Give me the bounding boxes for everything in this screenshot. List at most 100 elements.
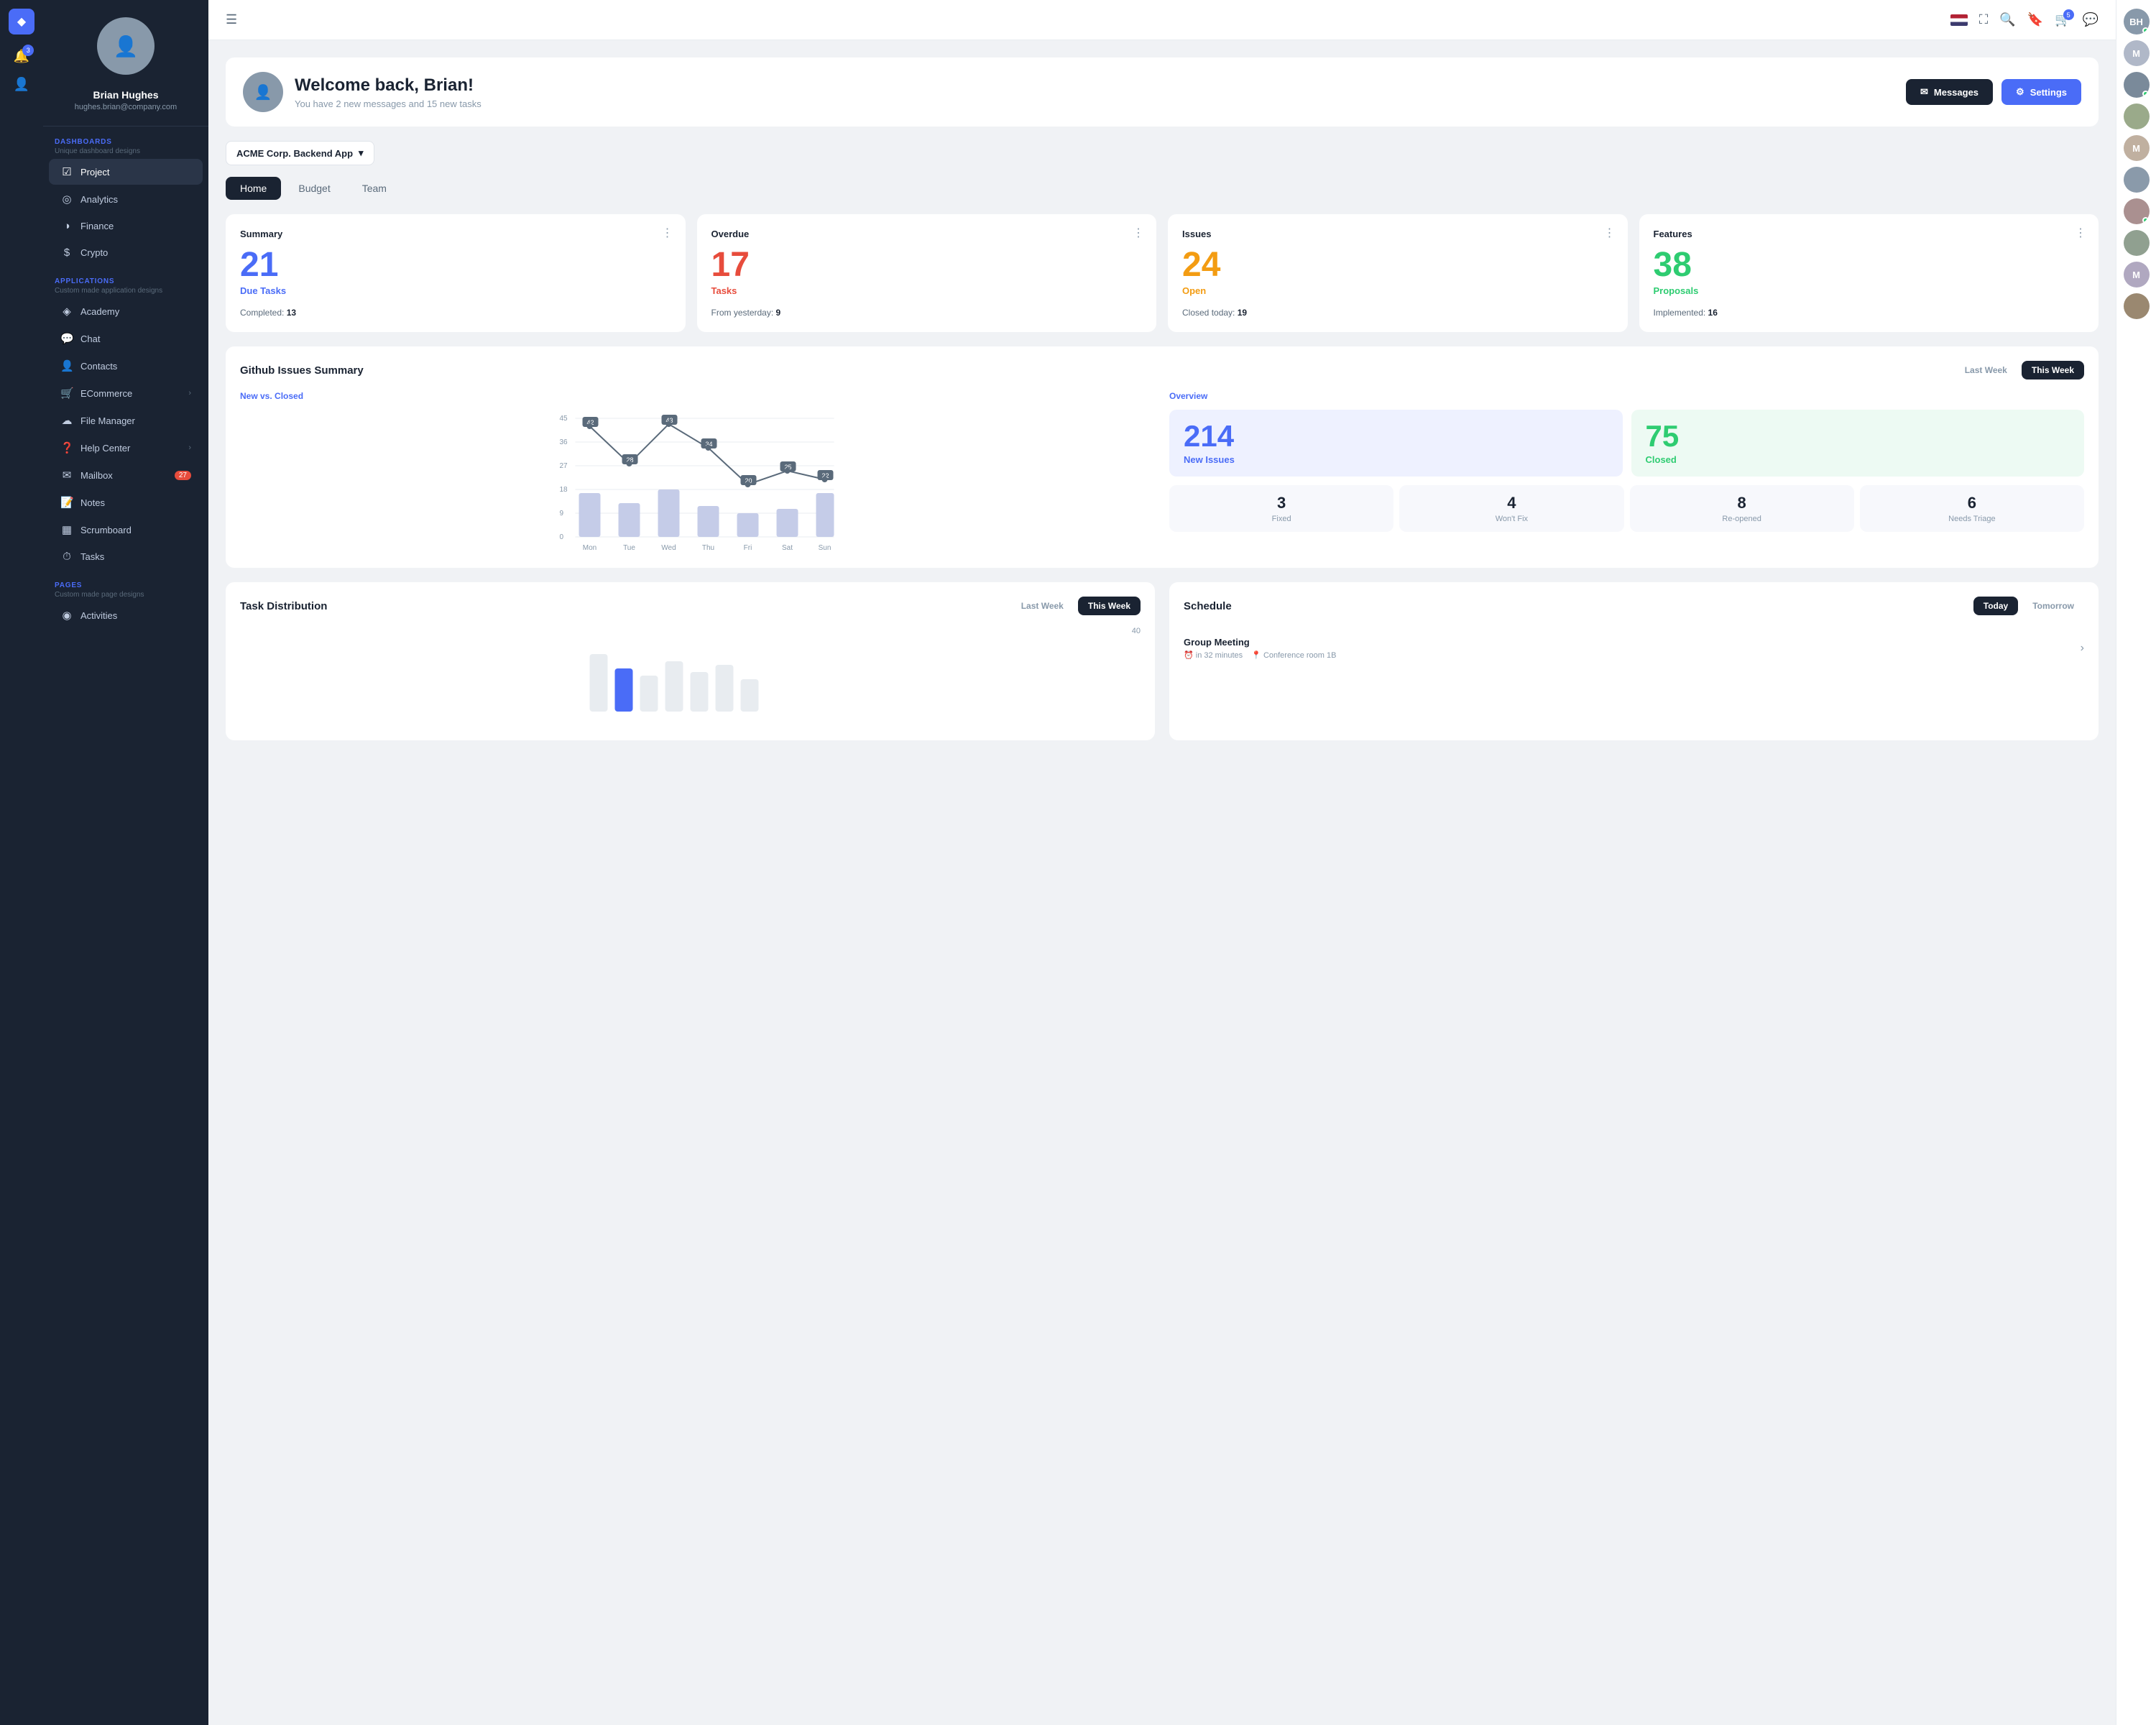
right-bar: BH M M M <box>2116 0 2156 1725</box>
right-avatar-8[interactable] <box>2124 230 2150 256</box>
sidebar-item-scrumboard[interactable]: ▦ Scrumboard <box>49 517 203 543</box>
task-dist-last-week-btn[interactable]: Last Week <box>1011 597 1074 615</box>
tasks-icon: ⏱ <box>60 551 73 563</box>
sidebar-item-label-academy: Academy <box>80 306 119 317</box>
right-avatar-4[interactable] <box>2124 104 2150 129</box>
right-avatar-10[interactable] <box>2124 293 2150 319</box>
sidebar-item-analytics[interactable]: ◎ Analytics <box>49 186 203 212</box>
right-avatar-6[interactable] <box>2124 167 2150 193</box>
cart-badge: 5 <box>2063 9 2074 20</box>
sidebar-item-tasks[interactable]: ⏱ Tasks <box>49 544 203 569</box>
svg-text:Sat: Sat <box>782 544 793 552</box>
messages-icon[interactable]: 💬 <box>2083 12 2099 27</box>
summary-card-menu[interactable]: ⋮ <box>662 226 674 240</box>
mini-card-fixed: 3 Fixed <box>1169 485 1393 532</box>
topbar-right: ⛶ 🔍 🔖 🛒 5 💬 <box>1950 12 2099 27</box>
tab-home[interactable]: Home <box>226 177 281 200</box>
schedule-today-btn[interactable]: Today <box>1973 597 2018 615</box>
user-icon-button[interactable]: 👤 <box>9 73 34 96</box>
svg-text:18: 18 <box>560 486 568 494</box>
sidebar-user-name: Brian Hughes <box>93 89 158 101</box>
search-icon[interactable]: 🔍 <box>1999 12 2015 27</box>
sidebar-item-academy[interactable]: ◈ Academy <box>49 298 203 324</box>
stat-card-overdue: ⋮ Overdue 17 Tasks From yesterday: 9 <box>697 214 1157 332</box>
ecommerce-icon: 🛒 <box>60 387 73 400</box>
app-logo[interactable]: ◆ <box>9 9 34 34</box>
sidebar-item-notes[interactable]: 📝 Notes <box>49 489 203 515</box>
svg-text:27: 27 <box>560 462 568 470</box>
welcome-subtitle: You have 2 new messages and 15 new tasks <box>295 98 482 109</box>
notifications-button[interactable]: 🔔 3 <box>9 45 34 68</box>
mini-card-triage: 6 Needs Triage <box>1860 485 2084 532</box>
schedule-tomorrow-btn[interactable]: Tomorrow <box>2022 597 2084 615</box>
schedule-title: Schedule <box>1184 600 1232 612</box>
chart-container: New vs. Closed 45 36 27 18 9 0 <box>240 391 1155 553</box>
summary-sub: Completed: 13 <box>240 308 671 318</box>
summary-number: 21 <box>240 248 671 282</box>
overdue-card-menu[interactable]: ⋮ <box>1133 226 1145 240</box>
tab-team[interactable]: Team <box>348 177 401 200</box>
sidebar-item-ecommerce[interactable]: 🛒 ECommerce › <box>49 380 203 406</box>
sidebar-item-label-crypto: Crypto <box>80 247 108 258</box>
chat-icon: 💬 <box>60 332 73 345</box>
welcome-text: Welcome back, Brian! You have 2 new mess… <box>295 75 482 109</box>
sidebar-item-crypto[interactable]: $ Crypto <box>49 240 203 265</box>
sidebar-item-finance[interactable]: ◑ Finance <box>49 213 203 239</box>
sidebar-item-helpcenter[interactable]: ❓ Help Center › <box>49 435 203 461</box>
online-indicator-7 <box>2142 217 2149 224</box>
github-issues-section: Github Issues Summary Last Week This Wee… <box>226 346 2099 568</box>
right-avatar-9[interactable]: M <box>2124 262 2150 288</box>
svg-text:Fri: Fri <box>744 544 752 552</box>
sidebar-item-mailbox[interactable]: ✉ Mailbox 27 <box>49 462 203 488</box>
mailbox-icon: ✉ <box>60 469 73 482</box>
settings-gear-icon: ⚙ <box>2016 86 2024 98</box>
overview-bottom: 3 Fixed 4 Won't Fix 8 Re-opened 6 <box>1169 485 2084 532</box>
reopened-label: Re-opened <box>1637 515 1847 523</box>
overdue-sub: From yesterday: 9 <box>711 308 1143 318</box>
schedule-location: 📍 Conference room 1B <box>1251 650 1336 660</box>
welcome-buttons: ✉ Messages ⚙ Settings <box>1906 79 2081 105</box>
right-avatar-7[interactable] <box>2124 198 2150 224</box>
schedule-item-group-meeting: Group Meeting ⏰ in 32 minutes 📍 Conferen… <box>1184 627 2084 670</box>
fullscreen-icon[interactable]: ⛶ <box>1979 12 1989 27</box>
cart-icon[interactable]: 🛒 5 <box>2055 12 2070 27</box>
issues-sub-val: 19 <box>1238 308 1247 318</box>
tab-budget[interactable]: Budget <box>284 177 344 200</box>
bookmark-icon[interactable]: 🔖 <box>2027 12 2043 27</box>
right-avatar-5[interactable]: M <box>2124 135 2150 161</box>
issues-card-title: Issues <box>1182 229 1613 239</box>
github-last-week-btn[interactable]: Last Week <box>1955 361 2017 380</box>
task-dist-toggle: Last Week This Week <box>1011 597 1141 615</box>
task-dist-this-week-btn[interactable]: This Week <box>1078 597 1141 615</box>
right-avatar-3[interactable] <box>2124 72 2150 98</box>
sidebar-avatar: 👤 <box>97 17 155 75</box>
right-avatar-2[interactable]: M <box>2124 40 2150 66</box>
github-this-week-btn[interactable]: This Week <box>2022 361 2084 380</box>
issues-number: 24 <box>1182 248 1613 282</box>
task-dist-max-label: 40 <box>240 627 1141 635</box>
project-selector[interactable]: ACME Corp. Backend App ▾ <box>226 141 374 165</box>
closed-issues-label: Closed <box>1646 454 2070 465</box>
language-flag[interactable] <box>1950 14 1968 26</box>
messages-envelope-icon: ✉ <box>1920 86 1928 98</box>
hamburger-menu[interactable]: ☰ <box>226 12 237 27</box>
sidebar-item-project[interactable]: ☑ Project <box>49 159 203 185</box>
sidebar-item-chat[interactable]: 💬 Chat <box>49 326 203 351</box>
right-avatar-1[interactable]: BH <box>2124 9 2150 34</box>
sidebar-item-contacts[interactable]: 👤 Contacts <box>49 353 203 379</box>
features-card-menu[interactable]: ⋮ <box>2075 226 2087 240</box>
sidebar-section-pages: PAGES Custom made page designs <box>43 570 208 602</box>
sidebar-section-sub-apps: Custom made application designs <box>55 287 197 295</box>
github-section-header: Github Issues Summary Last Week This Wee… <box>240 361 2084 380</box>
settings-button[interactable]: ⚙ Settings <box>2001 79 2081 105</box>
schedule-item-chevron[interactable]: › <box>2081 642 2084 655</box>
sidebar-item-activities[interactable]: ◉ Activities <box>49 602 203 628</box>
features-card-title: Features <box>1654 229 2085 239</box>
github-toggle-group: Last Week This Week <box>1955 361 2084 380</box>
overview-container: Overview 214 New Issues 75 Closed <box>1169 391 2084 553</box>
sidebar-item-filemanager[interactable]: ☁ File Manager <box>49 408 203 433</box>
schedule-time: ⏰ in 32 minutes <box>1184 650 1243 660</box>
schedule-toggle: Today Tomorrow <box>1973 597 2084 615</box>
issues-card-menu[interactable]: ⋮ <box>1604 226 1616 240</box>
messages-button[interactable]: ✉ Messages <box>1906 79 1993 105</box>
